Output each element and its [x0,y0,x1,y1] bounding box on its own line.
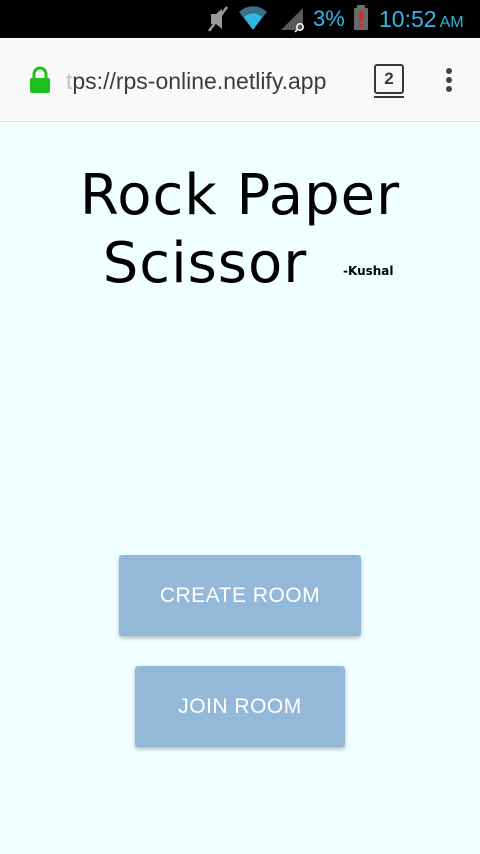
join-room-button[interactable]: JOIN ROOM [135,666,345,747]
author-byline: -Kushal [343,264,394,278]
overflow-menu-icon[interactable] [437,66,461,94]
browser-toolbar: tps://rps-online.netlify.app 2 [0,38,480,122]
tab-switcher-button[interactable]: 2 [374,64,404,94]
status-bar: 3% 10:52 AM [0,0,480,38]
lock-icon [30,66,50,93]
signal-icon [281,8,304,33]
address-bar[interactable]: tps://rps-online.netlify.app [66,67,362,95]
tab-switcher-underline [374,96,404,98]
clock: 10:52 AM [379,6,464,32]
wifi-icon [239,6,267,31]
mute-icon [208,6,228,32]
page-title: Rock Paper Scissor [0,162,480,298]
title-line-1: Rock Paper [79,163,401,228]
battery-alert-icon [354,5,368,30]
create-room-button[interactable]: CREATE ROOM [119,555,361,636]
battery-percent: 3% [313,6,345,31]
